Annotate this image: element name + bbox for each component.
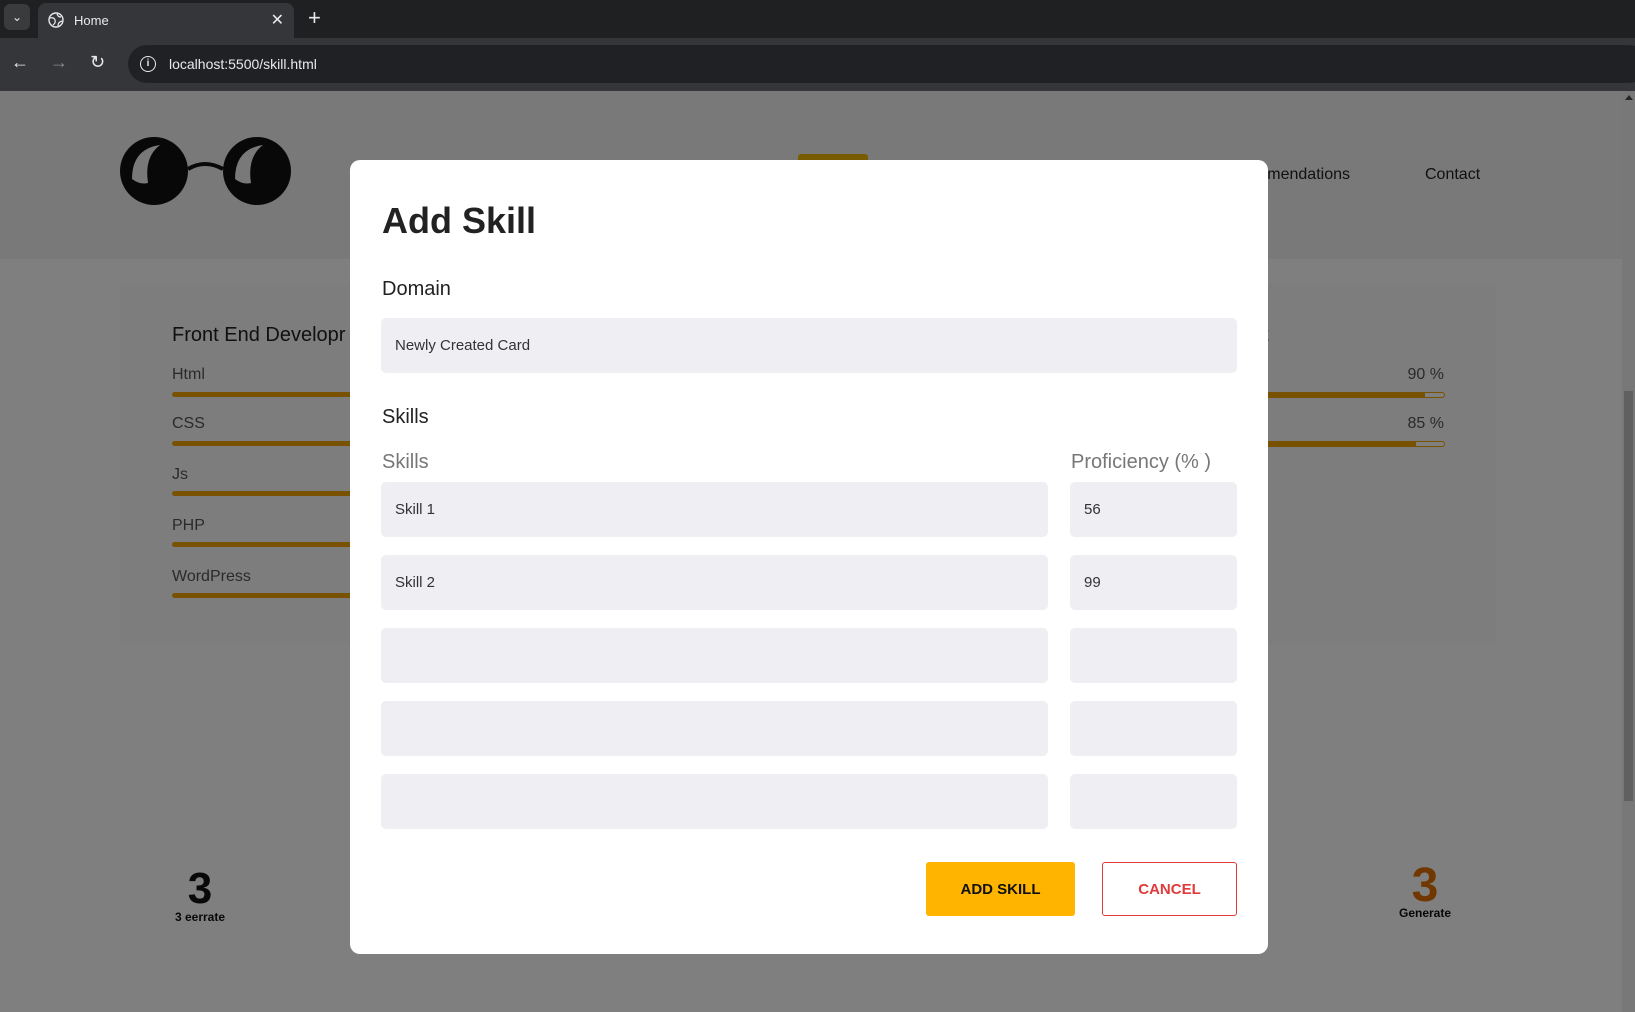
browser-toolbar: ← → ↻ i localhost:5500/skill.html [0, 38, 1635, 91]
new-tab-button[interactable]: + [308, 5, 321, 31]
back-arrow-icon[interactable]: ← [11, 53, 29, 71]
domain-input[interactable] [381, 318, 1237, 373]
proficiency-input[interactable] [1070, 701, 1237, 756]
url-text[interactable]: localhost:5500/skill.html [169, 56, 317, 72]
close-tab-icon[interactable]: ✕ [271, 10, 284, 30]
add-skill-modal: Add Skill Domain Skills Skills Proficien… [350, 160, 1268, 954]
site-info-icon[interactable]: i [140, 56, 156, 72]
proficiency-input[interactable] [1070, 628, 1237, 683]
cancel-button[interactable]: CANCEL [1102, 862, 1237, 916]
proficiency-column-label: Proficiency (% ) [1071, 451, 1212, 473]
browser-tab-bar: ⌄ Home ✕ + [0, 0, 1635, 38]
tab-title: Home [74, 13, 109, 28]
skill-name-input[interactable] [381, 701, 1048, 756]
reload-icon[interactable]: ↻ [90, 53, 105, 71]
browser-tab[interactable]: Home ✕ [38, 3, 294, 38]
scrollbar-backdrop [1622, 91, 1635, 1012]
skill-name-input[interactable] [381, 482, 1048, 537]
add-skill-button[interactable]: ADD SKILL [926, 862, 1075, 916]
skill-name-input[interactable] [381, 555, 1048, 610]
address-bar[interactable]: i localhost:5500/skill.html [128, 45, 1635, 83]
modal-title: Add Skill [382, 200, 537, 241]
forward-arrow-icon[interactable]: → [50, 53, 68, 71]
skill-name-input[interactable] [381, 774, 1048, 829]
proficiency-input[interactable] [1070, 482, 1237, 537]
proficiency-input[interactable] [1070, 555, 1237, 610]
globe-icon [48, 12, 64, 28]
tab-search-menu-icon[interactable]: ⌄ [4, 4, 30, 30]
skill-name-input[interactable] [381, 628, 1048, 683]
skills-column-label: Skills [382, 451, 429, 473]
skills-section-label: Skills [382, 406, 429, 428]
domain-label: Domain [382, 278, 451, 300]
proficiency-input[interactable] [1070, 774, 1237, 829]
